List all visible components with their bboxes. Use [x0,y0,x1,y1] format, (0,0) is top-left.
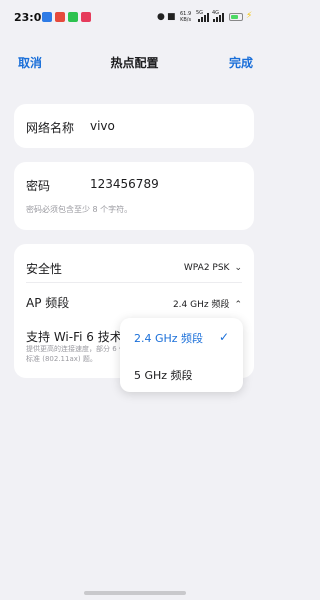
app-notification-icon-pink [81,12,91,22]
app-notification-icon-blue [42,12,52,22]
network-name-label: 网络名称 [26,121,75,135]
security-value-group: WPA2 PSK ⌄ [184,263,242,273]
ap-band-value: 2.4 GHz 频段 [172,300,230,310]
microphone-icon: ● [157,12,165,22]
ap-band-value-group: 2.4 GHz 频段 ⌃ [173,297,242,310]
dropdown-option-5ghz[interactable]: 5 GHz 频段 [120,355,243,392]
checkmark-icon: ✓ [218,330,229,344]
security-value: WPA2 PSK [183,263,230,273]
ap-band-dropdown: 2.4 GHz 频段 ✓ 5 GHz 频段 [120,318,243,392]
camera-icon: ■ [167,12,176,22]
network-speed: 61.9 KB/s [180,11,191,23]
network-name-input[interactable]: vivo [90,119,115,133]
network-speed-unit: KB/s [180,17,192,23]
wifi6-label: 支持 Wi-Fi 6 技术标 [26,330,134,344]
done-button[interactable]: 完成 [229,54,253,71]
security-label: 安全性 [26,262,63,276]
password-hint: 密码必须包含至少 8 个字符。 [26,205,133,214]
password-label: 密码 [26,179,51,193]
chevron-up-icon: ⌃ [234,300,242,310]
ap-band-label: AP 频段 [26,296,70,310]
nav-bar: 取消 热点配置 完成 [0,50,269,74]
chevron-down-icon: ⌄ [234,263,242,273]
app-notification-icon-red [55,12,65,22]
home-indicator[interactable] [84,591,186,595]
dropdown-option-label: 2.4 GHz 频段 [134,332,204,345]
charging-bolt-icon: ⚡ [246,11,253,21]
password-card: 密码 123456789 密码必须包含至少 8 个字符。 [14,162,254,230]
dropdown-option-2-4ghz[interactable]: 2.4 GHz 频段 ✓ [120,318,243,355]
password-input[interactable]: 123456789 [90,177,159,191]
signal-strength-icon-2 [212,13,226,22]
signal-strength-icon [196,13,210,22]
ap-band-row[interactable]: AP 频段 2.4 GHz 频段 ⌃ [14,282,254,320]
wechat-icon [68,12,78,22]
network-name-card: 网络名称 vivo [14,104,254,148]
status-bar: 23:07 ● ■ 61.9 KB/s 5G 4G ⚡ [0,0,269,34]
dropdown-option-label: 5 GHz 频段 [134,369,193,382]
battery-icon [229,13,243,21]
